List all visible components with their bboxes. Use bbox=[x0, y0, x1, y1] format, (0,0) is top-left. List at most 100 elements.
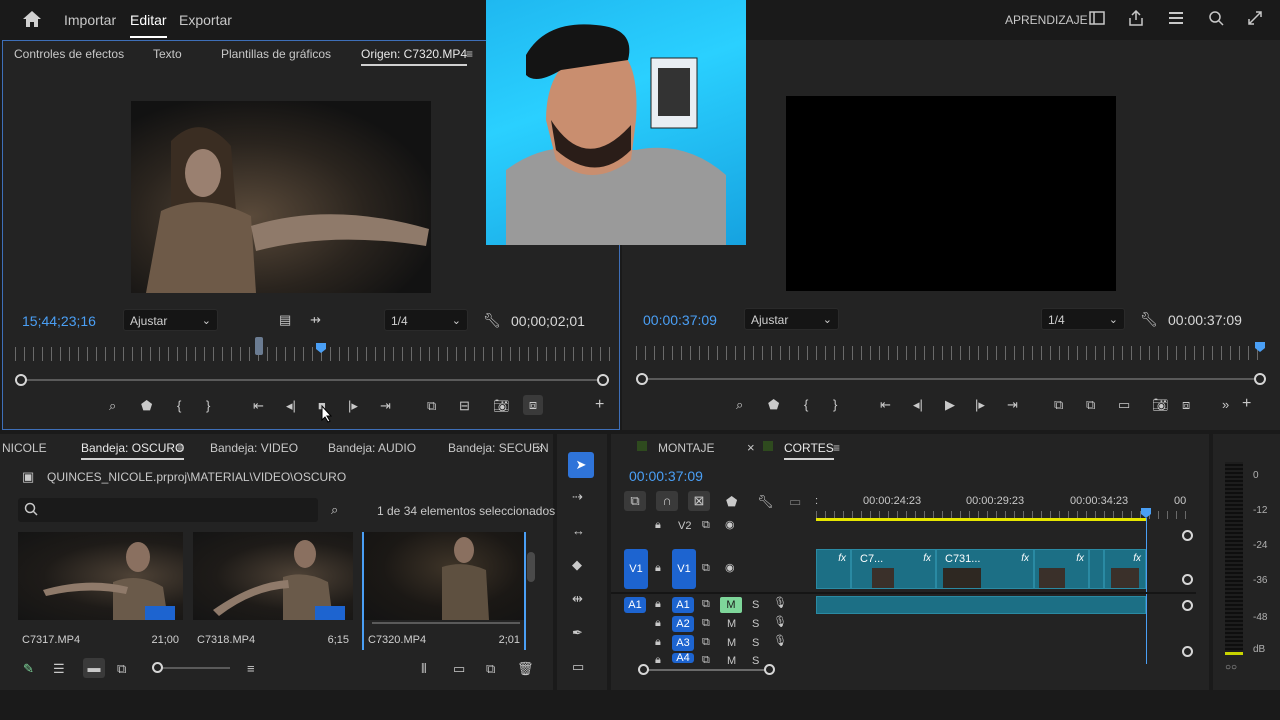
audio-clip[interactable] bbox=[816, 596, 1146, 614]
list-view-icon[interactable]: ☰ bbox=[53, 662, 65, 675]
camera-icon[interactable]: 📷︎ bbox=[493, 399, 510, 412]
insert-icon[interactable]: ⧉ bbox=[427, 399, 436, 412]
tab-text[interactable]: Texto bbox=[153, 47, 182, 61]
compare-icon[interactable]: ⧈ bbox=[1182, 398, 1190, 411]
lock-icon[interactable]: 🔒︎ bbox=[655, 563, 661, 574]
tab-effect-controls[interactable]: Controles de efectos bbox=[14, 47, 124, 61]
solo-indicators[interactable]: ○○ bbox=[1225, 662, 1237, 673]
lock-icon[interactable]: 🔒︎ bbox=[655, 520, 661, 531]
microphone-icon[interactable]: 🎙︎ bbox=[773, 617, 787, 628]
go-to-in-icon[interactable]: ⇤ bbox=[253, 399, 264, 412]
lock-icon[interactable]: 🔒︎ bbox=[655, 599, 661, 610]
work-area-bar[interactable] bbox=[816, 518, 1146, 521]
nest-icon[interactable]: ⧉ bbox=[624, 491, 646, 511]
sync-lock-icon[interactable]: ⧉ bbox=[702, 655, 710, 666]
tab-nicole[interactable]: NICOLE bbox=[2, 441, 47, 455]
media-item[interactable]: C7317.MP4 21;00 bbox=[18, 532, 183, 650]
source-zoom-scrollbar[interactable] bbox=[23, 379, 603, 381]
program-zoom-scrollbar[interactable] bbox=[642, 378, 1260, 380]
zoom-slider[interactable] bbox=[158, 667, 230, 669]
automate-icon[interactable]: ⦀ bbox=[421, 662, 427, 675]
program-time-ruler[interactable] bbox=[636, 346, 1266, 360]
timeline-clip[interactable]: fx bbox=[1034, 549, 1089, 589]
panel-menu-icon[interactable]: ≡ bbox=[177, 442, 184, 454]
search-field[interactable] bbox=[18, 498, 318, 522]
v-scroll-handle[interactable] bbox=[1182, 646, 1193, 657]
timeline-clip[interactable]: fx bbox=[816, 549, 851, 589]
timeline-clip[interactable]: C731... fx bbox=[936, 549, 1034, 589]
slip-tool-icon[interactable]: ⇹ bbox=[572, 592, 583, 605]
step-forward-icon[interactable]: |▸ bbox=[348, 399, 358, 412]
mute-button[interactable]: M bbox=[720, 597, 742, 613]
source-timecode[interactable]: 15;44;23;16 bbox=[22, 313, 96, 329]
source-zoom-left-handle[interactable] bbox=[15, 374, 27, 386]
nav-importar[interactable]: Importar bbox=[64, 12, 116, 28]
media-item[interactable]: C7318.MP4 6;15 bbox=[193, 532, 353, 650]
pen-tool-icon[interactable]: ✒ bbox=[572, 626, 583, 639]
panel-menu-icon[interactable]: ≡ bbox=[833, 442, 840, 454]
compare-icon[interactable]: ⧈ bbox=[523, 395, 543, 415]
new-item-icon[interactable]: ⧉ bbox=[486, 662, 495, 675]
nav-exportar[interactable]: Exportar bbox=[179, 12, 232, 28]
new-bin-icon[interactable]: ▭ bbox=[453, 662, 465, 675]
trash-icon[interactable]: 🗑︎ bbox=[517, 662, 534, 675]
razor-tool-icon[interactable]: ◆ bbox=[572, 558, 582, 571]
overwrite-icon[interactable]: ⊟ bbox=[459, 399, 470, 412]
mark-in-icon[interactable]: { bbox=[804, 398, 808, 411]
solo-button[interactable]: S bbox=[752, 618, 759, 630]
mark-in-icon[interactable]: { bbox=[177, 399, 181, 412]
zoom-slider-handle[interactable] bbox=[152, 662, 163, 673]
search-icon[interactable] bbox=[1207, 10, 1225, 28]
sync-lock-icon[interactable]: ⧉ bbox=[702, 599, 710, 610]
close-tab-icon[interactable]: × bbox=[747, 441, 755, 454]
freeform-view-icon[interactable]: ⧉ bbox=[117, 662, 126, 675]
go-to-out-icon[interactable]: ⇥ bbox=[380, 399, 391, 412]
solo-button[interactable]: S bbox=[752, 655, 759, 667]
mute-button[interactable]: M bbox=[727, 618, 736, 630]
more-tabs-icon[interactable]: » bbox=[536, 441, 543, 454]
tab-bin-audio[interactable]: Bandeja: AUDIO bbox=[328, 441, 416, 455]
mute-button[interactable]: M bbox=[727, 655, 736, 667]
add-button-icon[interactable]: + bbox=[1242, 396, 1251, 412]
expand-icon[interactable] bbox=[1246, 10, 1264, 28]
track-a2-target[interactable]: A2 bbox=[672, 616, 694, 632]
captions-icon[interactable]: ▭ bbox=[789, 495, 801, 508]
play-icon[interactable]: ▶ bbox=[945, 398, 955, 411]
add-marker-icon[interactable]: ⬟ bbox=[726, 495, 737, 508]
h-scroll-right-handle[interactable] bbox=[764, 664, 775, 675]
rectangle-tool-icon[interactable]: ▭ bbox=[572, 660, 584, 673]
step-back-icon[interactable]: ◂| bbox=[913, 398, 923, 411]
add-button-icon[interactable]: + bbox=[595, 397, 604, 413]
project-scrollbar[interactable] bbox=[527, 552, 535, 582]
extract-icon[interactable]: ⧉ bbox=[1086, 398, 1095, 411]
track-v1-target[interactable]: V1 bbox=[672, 549, 696, 589]
marker-search-icon[interactable]: ⌕ bbox=[109, 399, 116, 412]
timeline-clip[interactable]: C7... fx bbox=[851, 549, 936, 589]
tab-bin-oscuro[interactable]: Bandeja: OSCURO bbox=[81, 441, 185, 460]
learn-button[interactable]: APRENDIZAJE bbox=[1005, 13, 1088, 27]
mark-out-icon[interactable]: } bbox=[206, 399, 210, 412]
tab-graphics-templates[interactable]: Plantillas de gráficos bbox=[221, 47, 331, 61]
program-fit-dropdown[interactable]: Ajustar ⌄ bbox=[744, 308, 839, 330]
settings-wrench-icon[interactable]: 🔧︎ bbox=[483, 313, 501, 327]
timeline-settings-icon[interactable]: 🔧︎ bbox=[757, 495, 774, 508]
source-in-marker[interactable] bbox=[255, 337, 263, 355]
source-zoom-right-handle[interactable] bbox=[597, 374, 609, 386]
source-resolution-dropdown[interactable]: 1/4 ⌄ bbox=[384, 309, 468, 331]
add-marker-icon[interactable]: ⬟ bbox=[141, 399, 152, 412]
camera-icon[interactable]: 📷︎ bbox=[1152, 398, 1169, 411]
step-forward-icon[interactable]: |▸ bbox=[975, 398, 985, 411]
v-scroll-handle[interactable] bbox=[1182, 574, 1193, 585]
sync-lock-icon[interactable]: ⧉ bbox=[702, 563, 710, 574]
pencil-icon[interactable]: ✎ bbox=[23, 662, 34, 675]
workspaces-icon[interactable] bbox=[1167, 11, 1185, 27]
more-controls-icon[interactable]: » bbox=[1222, 398, 1229, 411]
eye-icon[interactable]: ◉ bbox=[725, 563, 735, 574]
insert-square-icon[interactable]: ▤ bbox=[279, 313, 291, 326]
step-back-icon[interactable]: ◂| bbox=[286, 399, 296, 412]
lock-icon[interactable]: 🔒︎ bbox=[655, 637, 661, 648]
icon-view-icon[interactable]: ▬ bbox=[83, 658, 105, 678]
tab-bin-video[interactable]: Bandeja: VIDEO bbox=[210, 441, 298, 455]
sync-lock-icon[interactable]: ⧉ bbox=[702, 637, 710, 648]
program-zoom-right-handle[interactable] bbox=[1254, 373, 1266, 385]
